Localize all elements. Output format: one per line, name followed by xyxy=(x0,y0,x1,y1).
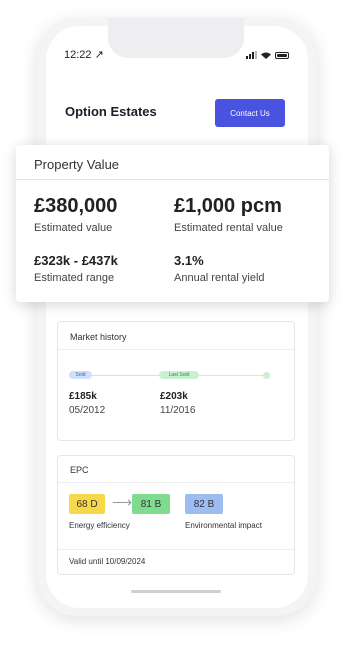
signal-icon xyxy=(246,51,257,59)
last-sold-tag: Last Sold xyxy=(159,371,199,379)
estimated-range-label: Estimated range xyxy=(34,272,115,284)
home-indicator[interactable] xyxy=(131,590,221,593)
rental-yield-label: Annual rental yield xyxy=(174,272,265,284)
timeline-line xyxy=(88,375,163,376)
status-time: 12:22 ↗ xyxy=(64,49,104,61)
property-value-card: Property Value £380,000 Estimated value … xyxy=(16,145,329,302)
last-sold-date: 11/2016 xyxy=(160,405,196,416)
epc-potential-rating: 81 B xyxy=(132,494,170,514)
status-icons xyxy=(246,51,289,59)
divider xyxy=(16,179,329,180)
property-value-title: Property Value xyxy=(34,157,120,172)
sold-date: 05/2012 xyxy=(69,405,106,416)
divider xyxy=(58,482,294,483)
arrow-right-icon: ⟶ xyxy=(112,494,133,510)
wifi-icon xyxy=(261,52,271,59)
sold-price: £185k xyxy=(69,391,97,402)
timeline-end-dot xyxy=(263,372,270,379)
divider xyxy=(58,349,294,350)
epc-title: EPC xyxy=(70,465,89,475)
epc-valid-until: Valid until 10/09/2024 xyxy=(69,557,146,566)
rental-value: £1,000 pcm xyxy=(174,195,282,217)
environmental-impact-label: Environmental impact xyxy=(185,521,262,530)
energy-efficiency-label: Energy efficiency xyxy=(69,521,130,530)
estimated-value: £380,000 xyxy=(34,195,118,217)
contact-us-button[interactable]: Contact Us xyxy=(215,99,285,127)
estimated-value-label: Estimated value xyxy=(34,222,113,234)
epc-card: EPC 68 D ⟶ 81 B 82 B Energy efficiency E… xyxy=(57,455,295,575)
last-sold-price: £203k xyxy=(160,391,188,402)
brand-name: Option Estates xyxy=(65,104,157,119)
rental-yield: 3.1% xyxy=(174,253,204,268)
epc-current-rating: 68 D xyxy=(69,494,105,514)
market-history-title: Market history xyxy=(70,332,127,342)
epc-environmental-rating: 82 B xyxy=(185,494,223,514)
market-history-card: Market history Sold Last Sold £185k 05/2… xyxy=(57,321,295,441)
battery-icon xyxy=(275,51,289,59)
phone-notch xyxy=(108,18,244,58)
divider xyxy=(58,549,294,550)
estimated-range: £323k - £437k xyxy=(34,253,118,268)
timeline-line xyxy=(198,375,266,376)
sold-tag: Sold xyxy=(69,371,92,379)
rental-value-label: Estimated rental value xyxy=(174,222,283,234)
